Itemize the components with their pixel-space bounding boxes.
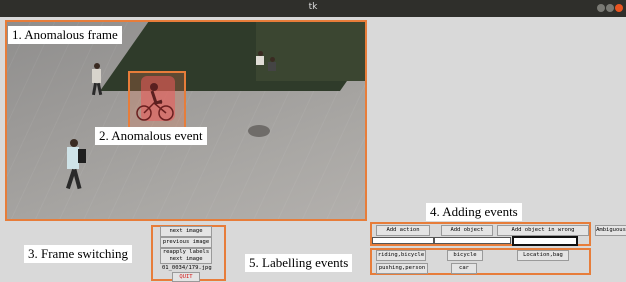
label-button-bicycle[interactable]: bicycle [447,250,483,261]
label-button-pushing-person[interactable]: pushing,person [376,263,428,274]
label-button-location-bag[interactable]: Location,bag [517,250,569,261]
title-bar: tk [0,0,626,17]
add-object-button[interactable]: Add object [441,225,493,236]
reapply-labels-text: reapply labels [162,249,210,255]
reapply-labels-next-text: next image [169,256,203,262]
minimize-icon[interactable] [597,4,605,12]
reapply-labels-button[interactable]: reapply labels next image [160,248,212,264]
add-object-wrong-location-button[interactable]: Add object in wrong location [497,225,589,242]
label-anomalous-event: 2. Anomalous event [95,127,207,145]
manhole-cover [248,125,270,137]
label-frame-switching: 3. Frame switching [24,245,133,263]
close-icon[interactable] [615,4,623,12]
wrong-location-entry[interactable] [512,236,578,246]
ambiguous-button[interactable]: Ambiguous [595,225,626,236]
label-adding-events: 4. Adding events [426,203,522,221]
previous-image-button[interactable]: previous image [160,237,212,248]
label-anomalous-frame: 1. Anomalous frame [8,26,122,44]
label-labelling-events: 5. Labelling events [245,254,353,272]
grass-area-right [256,21,367,81]
cyclist-figure [136,83,174,121]
add-action-button[interactable]: Add action [376,225,430,236]
label-button-riding-bicycle[interactable]: riding,bicycle [376,250,426,261]
maximize-icon[interactable] [606,4,614,12]
label-button-car[interactable]: car [451,263,477,274]
window-title: tk [308,2,318,12]
object-entry[interactable] [434,237,511,244]
frame-image [6,21,367,220]
next-image-button[interactable]: next image [160,226,212,237]
current-filename: 01_0034/179.jpg [162,265,212,271]
action-entry[interactable] [372,237,434,244]
